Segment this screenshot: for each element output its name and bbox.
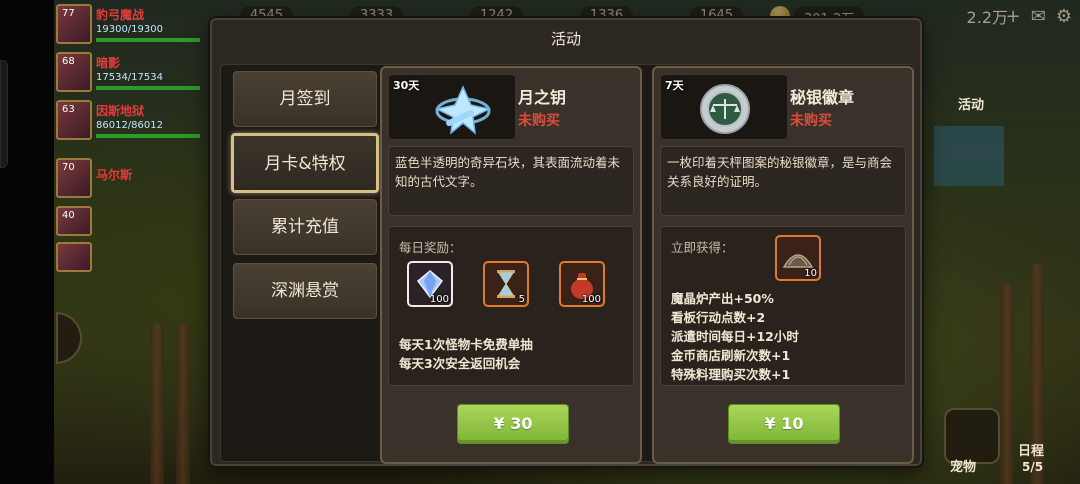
- hero-hp: 19300/19300: [96, 24, 163, 35]
- reward-label: 立即获得：: [671, 240, 734, 255]
- item-quantity: 5: [518, 294, 525, 305]
- perk-line: 派遣时间每日+12小时: [671, 329, 799, 344]
- perk-line: 每天3次安全返回机会: [399, 356, 521, 371]
- perk-list: 魔晶炉产出+50% 看板行动点数+2 派遣时间每日+12小时 金币商店刷新次数+…: [671, 289, 799, 384]
- fence-post: [150, 324, 164, 484]
- schedule-count: 5/5: [1022, 460, 1044, 474]
- hero-name: 豹弓魔战: [96, 8, 145, 22]
- schedule-label[interactable]: 日程: [1018, 440, 1044, 459]
- pet-label: 宠物: [950, 460, 977, 475]
- hero-portrait: [56, 242, 92, 272]
- hero-level: 40: [62, 210, 75, 221]
- item-quantity: 10: [804, 268, 817, 279]
- monthly-key-card: 30天 月之钥 未购买 蓝色半透明的奇异石块，其表面流动着未知的古代文字。 每日…: [380, 66, 642, 464]
- fence-post: [1000, 284, 1014, 484]
- item-quantity: 100: [581, 294, 601, 305]
- tab-monthly-signin[interactable]: 月签到: [233, 71, 377, 127]
- hero-name: 暗影: [96, 56, 121, 70]
- mail-icon[interactable]: ✉: [1031, 6, 1046, 27]
- card-icon-frame: 7天: [660, 74, 788, 140]
- roster-member[interactable]: [56, 242, 206, 294]
- hero-name: 因斯地狱: [96, 104, 145, 118]
- tab-cumulative-recharge[interactable]: 累计充值: [233, 199, 377, 255]
- fence-post: [176, 324, 190, 484]
- card-description: 蓝色半透明的奇异石块，其表面流动着未知的古代文字。: [388, 146, 634, 216]
- top-icons: + ✉ ⚙: [1006, 6, 1072, 27]
- reward-item[interactable]: 100: [407, 261, 453, 307]
- map-thumbnail: [934, 126, 1004, 186]
- hero-portrait: 40: [56, 206, 92, 236]
- hero-hp: 86012/86012: [96, 120, 163, 131]
- perk-line: 金币商店刷新次数+1: [671, 348, 791, 363]
- hero-level: 70: [62, 162, 75, 173]
- reward-item[interactable]: 100: [559, 261, 605, 307]
- reward-box: 立即获得： 10 魔晶炉产出+50% 看板行动点数+2 派遣时间每日+12小时 …: [660, 226, 906, 386]
- hero-portrait: 68: [56, 52, 92, 92]
- plus-icon[interactable]: +: [1006, 6, 1021, 27]
- tab-monthly-card[interactable]: 月卡&特权: [231, 133, 379, 193]
- hero-portrait: 63: [56, 100, 92, 140]
- hero-level: 63: [62, 104, 75, 115]
- device-notch: [0, 60, 8, 168]
- hero-level: 68: [62, 56, 75, 67]
- crystal-key-icon: [434, 85, 492, 135]
- hero-hp: 17534/17534: [96, 72, 163, 83]
- roster-member[interactable]: 70 马尔斯: [56, 158, 206, 210]
- gem-counter: 2.2万: [966, 8, 1008, 27]
- item-quantity: 100: [429, 294, 449, 305]
- hero-portrait: 70: [56, 158, 92, 198]
- roster-member[interactable]: 77 豹弓魔战 19300/19300: [56, 4, 206, 56]
- card-title: 月之钥: [518, 88, 567, 107]
- hero-portrait: 77: [56, 4, 92, 44]
- hp-bar: [96, 38, 200, 42]
- perk-line: 看板行动点数+2: [671, 310, 766, 325]
- reward-item[interactable]: 10: [775, 235, 821, 281]
- buy-button[interactable]: ¥ 30: [457, 404, 569, 444]
- mithril-badge-icon: [700, 84, 750, 134]
- activity-dialog: 活动 月签到 月卡&特权 累计充值 深渊悬赏 30天 月之钥 未购买 蓝色半透明…: [210, 18, 922, 466]
- hp-bar: [96, 134, 200, 138]
- purchase-status: 未购买: [518, 113, 560, 129]
- perk-line: 特殊料理购买次数+1: [671, 367, 791, 382]
- card-icon-frame: 30天: [388, 74, 516, 140]
- hero-name: 马尔斯: [96, 168, 133, 182]
- dialog-title: 活动: [550, 30, 581, 48]
- reward-box: 每日奖励： 100 5 100 每天1次怪物卡免费单抽 每天3次安全返回机会: [388, 226, 634, 386]
- perk-list: 每天1次怪物卡免费单抽 每天3次安全返回机会: [399, 335, 533, 373]
- mithril-badge-card: 7天 秘银徽章 未购买 一枚印着天枰图案的秘银徽章，是与商会关系良好的证明。 立…: [652, 66, 914, 464]
- card-title: 秘银徽章: [790, 88, 855, 107]
- purchase-status: 未购买: [790, 113, 832, 129]
- perk-line: 每天1次怪物卡免费单抽: [399, 337, 533, 352]
- perk-line: 魔晶炉产出+50%: [671, 291, 774, 306]
- hp-bar: [96, 86, 200, 90]
- activity-shortcut-label[interactable]: 活动: [958, 94, 984, 113]
- tab-abyss-bounty[interactable]: 深渊悬赏: [233, 263, 377, 319]
- buy-button[interactable]: ¥ 10: [728, 404, 840, 444]
- reward-item[interactable]: 5: [483, 261, 529, 307]
- gear-icon[interactable]: ⚙: [1056, 6, 1072, 27]
- card-description: 一枚印着天枰图案的秘银徽章，是与商会关系良好的证明。: [660, 146, 906, 216]
- screen-edge: [0, 0, 54, 484]
- roster-member[interactable]: 68 暗影 17534/17534: [56, 52, 206, 104]
- reward-label: 每日奖励：: [399, 240, 462, 255]
- roster-member[interactable]: 63 因斯地狱 86012/86012: [56, 100, 206, 152]
- hero-level: 77: [62, 8, 75, 19]
